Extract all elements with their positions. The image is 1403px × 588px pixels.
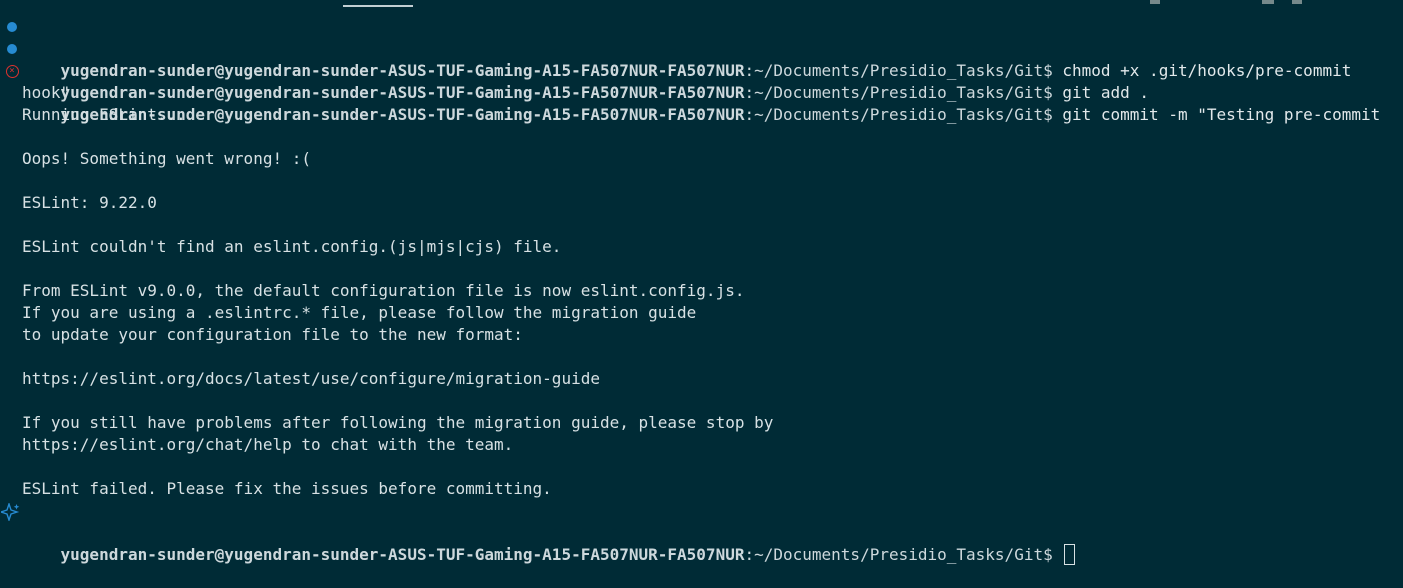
sparkle-icon: [1, 503, 20, 521]
terminal-output[interactable]: yugendran-sunder@yugendran-sunder-ASUS-T…: [0, 16, 1403, 565]
output-line: ESLint failed. Please fix the issues bef…: [22, 479, 552, 498]
output-line: Running ESLint...: [22, 105, 186, 124]
circle-dot-icon[interactable]: [5, 16, 19, 38]
command-line: × yugendran-sunder@yugendran-sunder-ASUS…: [0, 60, 1403, 124]
output-line: ESLint: 9.22.0: [22, 193, 157, 212]
toolbar-icon[interactable]: [1150, 0, 1160, 4]
output-line: https://eslint.org/docs/latest/use/confi…: [22, 369, 600, 388]
circle-x-icon[interactable]: ×: [5, 60, 19, 82]
terminal-cursor[interactable]: [1064, 544, 1076, 565]
output-line: Oops! Something went wrong! :(: [22, 149, 311, 168]
command-output: Running ESLint... Oops! Something went wr…: [0, 104, 1403, 500]
toolbar-icon[interactable]: [1262, 0, 1274, 4]
output-line: ESLint couldn't find an eslint.config.(j…: [22, 237, 562, 256]
command-line: yugendran-sunder@yugendran-sunder-ASUS-T…: [0, 16, 1403, 80]
output-line: https://eslint.org/chat/help to chat wit…: [22, 435, 514, 454]
output-line: to update your configuration file to the…: [22, 325, 523, 344]
prompt-user-host: yugendran-sunder@yugendran-sunder-ASUS-T…: [60, 545, 745, 564]
prompt-path: :~/Documents/Presidio_Tasks/Git$: [744, 545, 1053, 564]
command-text: hook": [22, 83, 71, 102]
output-line: From ESLint v9.0.0, the default configur…: [22, 281, 745, 300]
terminal-top-bar: [0, 0, 1403, 8]
toolbar-icon[interactable]: [1292, 0, 1302, 4]
circle-dot-icon[interactable]: [5, 38, 19, 60]
command-continuation: hook": [0, 82, 1403, 104]
output-line: If you are using a .eslintrc.* file, ple…: [22, 303, 697, 322]
current-prompt-line[interactable]: yugendran-sunder@yugendran-sunder-ASUS-T…: [0, 500, 1403, 565]
command-line: yugendran-sunder@yugendran-sunder-ASUS-T…: [0, 38, 1403, 102]
active-tab-indicator[interactable]: [343, 5, 413, 7]
output-line: If you still have problems after followi…: [22, 413, 774, 432]
